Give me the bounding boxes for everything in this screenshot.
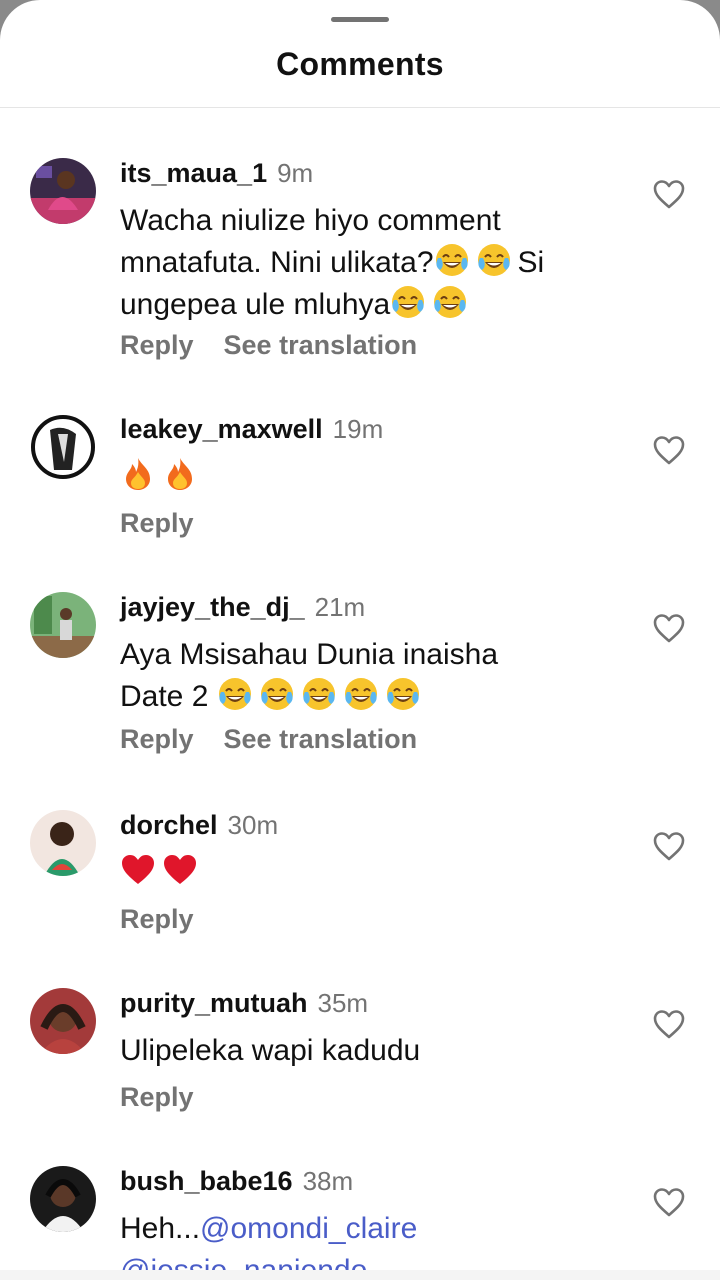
face-with-tears-of-joy-icon: [390, 284, 426, 320]
timestamp: 30m: [227, 810, 279, 840]
comment-text: [120, 852, 620, 894]
mention-link[interactable]: @omondi_claire: [200, 1212, 417, 1245]
reply-button[interactable]: Reply: [120, 724, 194, 754]
comment-line: mnatafuta. Nini ulikata? Si: [120, 242, 620, 284]
red-heart-icon: [120, 852, 156, 888]
avatar[interactable]: [30, 810, 96, 876]
reply-button[interactable]: Reply: [120, 330, 194, 360]
face-with-tears-of-joy-icon: [217, 676, 253, 712]
face-with-tears-of-joy-icon: [385, 676, 421, 712]
avatar[interactable]: [30, 1166, 96, 1232]
reply-button[interactable]: Reply: [120, 508, 194, 538]
comment-line: ungepea ule mluhya: [120, 284, 620, 326]
reply-button[interactable]: Reply: [120, 1082, 194, 1112]
see-translation-button[interactable]: See translation: [224, 330, 418, 360]
username[interactable]: leakey_maxwell: [120, 414, 323, 444]
face-with-tears-of-joy-icon: [259, 676, 295, 712]
face-with-tears-of-joy-icon: [432, 284, 468, 320]
sheet-title: Comments: [276, 46, 444, 82]
fire-icon: [162, 456, 198, 492]
comment-line: Aya Msisahau Dunia inaisha: [120, 638, 499, 671]
username[interactable]: jayjey_the_dj_: [120, 592, 305, 622]
comments-sheet: Comments its_maua_1 9m Wacha niulize hiyo…: [0, 0, 720, 1280]
comment-line: Date 2: [120, 676, 620, 718]
drag-handle[interactable]: [331, 17, 389, 22]
heart-outline-icon[interactable]: [652, 178, 686, 210]
heart-outline-icon[interactable]: [652, 1008, 686, 1040]
avatar[interactable]: [30, 414, 96, 480]
comment-text: Ulipeleka wapi kadudu: [120, 1030, 620, 1072]
username[interactable]: bush_babe16: [120, 1166, 293, 1196]
comment-text: Aya Msisahau Dunia inaisha Date 2: [120, 634, 620, 718]
fire-icon: [120, 456, 156, 492]
comment-line: Wacha niulize hiyo comment: [120, 204, 501, 237]
heart-outline-icon[interactable]: [652, 434, 686, 466]
username[interactable]: purity_mutuah: [120, 988, 308, 1018]
heart-outline-icon[interactable]: [652, 830, 686, 862]
avatar[interactable]: [30, 158, 96, 224]
face-with-tears-of-joy-icon: [476, 242, 512, 278]
timestamp: 19m: [332, 414, 384, 444]
header-divider: [0, 107, 720, 108]
reply-button[interactable]: Reply: [120, 904, 194, 934]
comment-text: [120, 456, 620, 498]
face-with-tears-of-joy-icon: [343, 676, 379, 712]
timestamp: 35m: [317, 988, 369, 1018]
avatar[interactable]: [30, 592, 96, 658]
username[interactable]: dorchel: [120, 810, 218, 840]
bottom-bar: [0, 1270, 720, 1280]
timestamp: 9m: [277, 158, 314, 188]
heart-outline-icon[interactable]: [652, 1186, 686, 1218]
face-with-tears-of-joy-icon: [434, 242, 470, 278]
red-heart-icon: [162, 852, 198, 888]
username[interactable]: its_maua_1: [120, 158, 267, 188]
timestamp: 21m: [314, 592, 366, 622]
timestamp: 38m: [302, 1166, 354, 1196]
comment-text: Wacha niulize hiyo comment mnatafuta. Ni…: [120, 200, 620, 326]
comment-line: Ulipeleka wapi kadudu: [120, 1034, 421, 1067]
avatar[interactable]: [30, 988, 96, 1054]
comment-line: Heh...@omondi_claire: [120, 1212, 418, 1245]
heart-outline-icon[interactable]: [652, 612, 686, 644]
see-translation-button[interactable]: See translation: [224, 724, 418, 754]
face-with-tears-of-joy-icon: [301, 676, 337, 712]
